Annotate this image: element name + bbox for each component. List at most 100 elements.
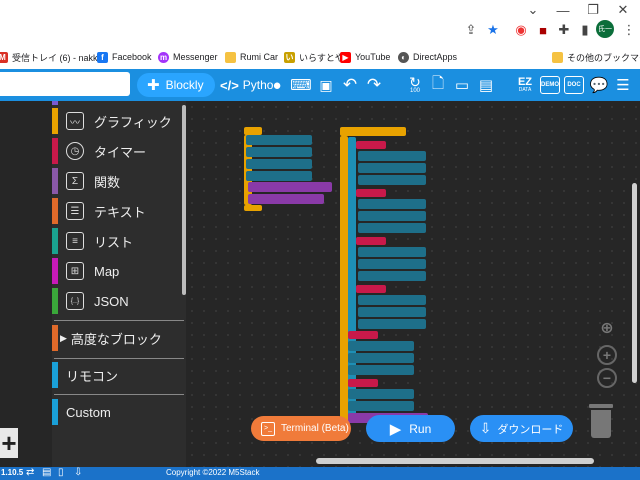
servo-block[interactable] (246, 171, 312, 181)
add-extension-button[interactable]: + (0, 428, 18, 458)
servo-block[interactable] (348, 389, 414, 399)
servo-block[interactable] (348, 365, 414, 375)
workspace-horizontal-scrollbar[interactable] (316, 458, 594, 464)
bookmark-rumicar[interactable]: Rumi Car (225, 49, 278, 65)
servo-block[interactable] (246, 147, 312, 157)
restore-icon[interactable]: ❐ (583, 0, 603, 20)
bookmark-youtube[interactable]: ▶ YouTube (340, 49, 390, 65)
label-block[interactable] (248, 194, 324, 204)
globe-icon: ◐ (398, 51, 409, 63)
save-icon[interactable]: ▤ (476, 74, 496, 96)
save-status-icon[interactable]: ▤ (42, 467, 51, 478)
demo-button[interactable]: DEMO (540, 76, 560, 94)
keyboard-icon[interactable]: ⌨ (290, 74, 312, 96)
category-function[interactable]: Σ 関数 (52, 167, 182, 195)
wait-block[interactable] (356, 141, 386, 149)
bookmark-directapps[interactable]: ◐ DirectApps (398, 49, 457, 65)
chat-icon[interactable]: 💬 (589, 74, 609, 96)
bookmark-messenger[interactable]: m Messenger (158, 49, 218, 65)
user-icon[interactable]: ● (268, 74, 286, 96)
download-status-icon[interactable]: ⇩ (74, 467, 82, 478)
category-advanced[interactable]: ▶ 高度なブロック (52, 324, 182, 352)
bookmark-irasutoya[interactable]: いいらすとや (284, 49, 344, 65)
category-list[interactable]: ≡ リスト (52, 227, 182, 255)
recenter-icon[interactable]: ⊕ (597, 318, 617, 338)
servo-block[interactable] (358, 163, 426, 173)
wait-block[interactable] (348, 379, 378, 387)
servo-block[interactable] (358, 295, 426, 305)
wait-block[interactable] (356, 189, 386, 197)
block-hat-setup[interactable] (244, 127, 262, 135)
battery-block[interactable] (248, 182, 332, 192)
extensions-puzzle-icon[interactable]: ✚ (554, 20, 574, 40)
status-bar: 1.10.5 ⇄ ▤ ▯ ⇩ Copyright ©2022 M5Stack (0, 467, 640, 480)
redo-icon[interactable]: ↷ (364, 74, 384, 96)
zoom-out-icon[interactable]: − (597, 368, 617, 388)
servo-block[interactable] (358, 319, 426, 329)
sync-icon[interactable]: ⇄ (26, 467, 34, 478)
blockly-workspace[interactable] (186, 101, 640, 467)
menu-kebab-icon[interactable]: ⋮ (619, 20, 639, 40)
star-icon[interactable]: ★ (483, 20, 503, 40)
category-remote[interactable]: リモコン (52, 361, 182, 389)
history-icon[interactable]: ↻ 100 (403, 74, 427, 96)
address-input[interactable] (0, 72, 130, 96)
doc-button[interactable]: DOC (564, 76, 584, 94)
device-icon[interactable]: ▣ (316, 74, 336, 96)
download-button[interactable]: ⇩ ダウンロード (470, 415, 573, 442)
terminal-button[interactable]: >_ Terminal (Beta) (251, 416, 351, 441)
category-color-bar (52, 362, 58, 388)
other-bookmarks[interactable]: その他のブックマーク (552, 49, 640, 65)
file-icon[interactable]: ▯ (58, 467, 64, 478)
ez-data-button[interactable]: EZ DATA (514, 74, 536, 96)
category-map[interactable]: ⊞ Map (52, 257, 182, 285)
servo-block[interactable] (358, 259, 426, 269)
wait-block[interactable] (348, 331, 378, 339)
servo-block[interactable] (358, 211, 426, 221)
close-icon[interactable]: ✕ (613, 0, 633, 20)
open-folder-icon[interactable]: ▭ (452, 74, 472, 96)
servo-block[interactable] (358, 307, 426, 317)
menu-list-icon[interactable]: ☰ (613, 74, 633, 96)
minimize-icon[interactable]: — (553, 0, 573, 20)
servo-block[interactable] (348, 401, 414, 411)
chevron-down-icon[interactable]: ⌄ (523, 0, 543, 20)
workspace-vertical-scrollbar[interactable] (632, 183, 637, 383)
wait-block[interactable] (356, 237, 386, 245)
servo-block[interactable] (358, 151, 426, 161)
servo-block[interactable] (246, 159, 312, 169)
category-text[interactable]: ☰ テキスト (52, 197, 182, 225)
servo-block[interactable] (358, 175, 426, 185)
trash-icon[interactable] (589, 404, 613, 440)
servo-block[interactable] (358, 271, 426, 281)
terminal-icon: >_ (261, 421, 275, 436)
category-json[interactable]: {..} JSON (52, 287, 182, 315)
category-label: グラフィック (94, 114, 172, 130)
tab-blockly[interactable]: ✚ Blockly (137, 73, 215, 97)
servo-block[interactable] (348, 353, 414, 363)
share-icon[interactable]: ⇪ (461, 20, 481, 40)
zoom-in-icon[interactable]: + (597, 345, 617, 365)
category-graphics[interactable]: 〰グラフィック (52, 107, 182, 135)
extension-dark-icon[interactable]: ■ (533, 20, 553, 40)
wait-block[interactable] (356, 285, 386, 293)
servo-block[interactable] (358, 247, 426, 257)
undo-icon[interactable]: ↶ (340, 74, 360, 96)
puzzle-icon: ✚ (147, 77, 160, 94)
servo-block[interactable] (348, 341, 414, 351)
run-button[interactable]: ▶ Run (366, 415, 455, 442)
servo-block[interactable] (358, 199, 426, 209)
profile-avatar[interactable]: 氏一 (596, 20, 614, 38)
servo-block[interactable] (358, 223, 426, 233)
sidebar-left-strip (0, 101, 52, 467)
servo-block[interactable] (246, 135, 312, 145)
bookmark-gmail[interactable]: M 受信トレイ (6) - nakk... (0, 49, 105, 65)
new-file-icon[interactable]: 🗋 (428, 74, 448, 96)
download-label: ダウンロード (497, 423, 564, 436)
category-custom[interactable]: Custom (52, 398, 182, 426)
bookmark-facebook[interactable]: f Facebook (97, 49, 152, 65)
loop-hat-block[interactable] (340, 127, 406, 136)
extension-red-icon[interactable]: ◉ (511, 20, 531, 40)
category-timer[interactable]: ◷ タイマー (52, 137, 182, 165)
sidepanel-icon[interactable]: ▮ (575, 20, 595, 40)
